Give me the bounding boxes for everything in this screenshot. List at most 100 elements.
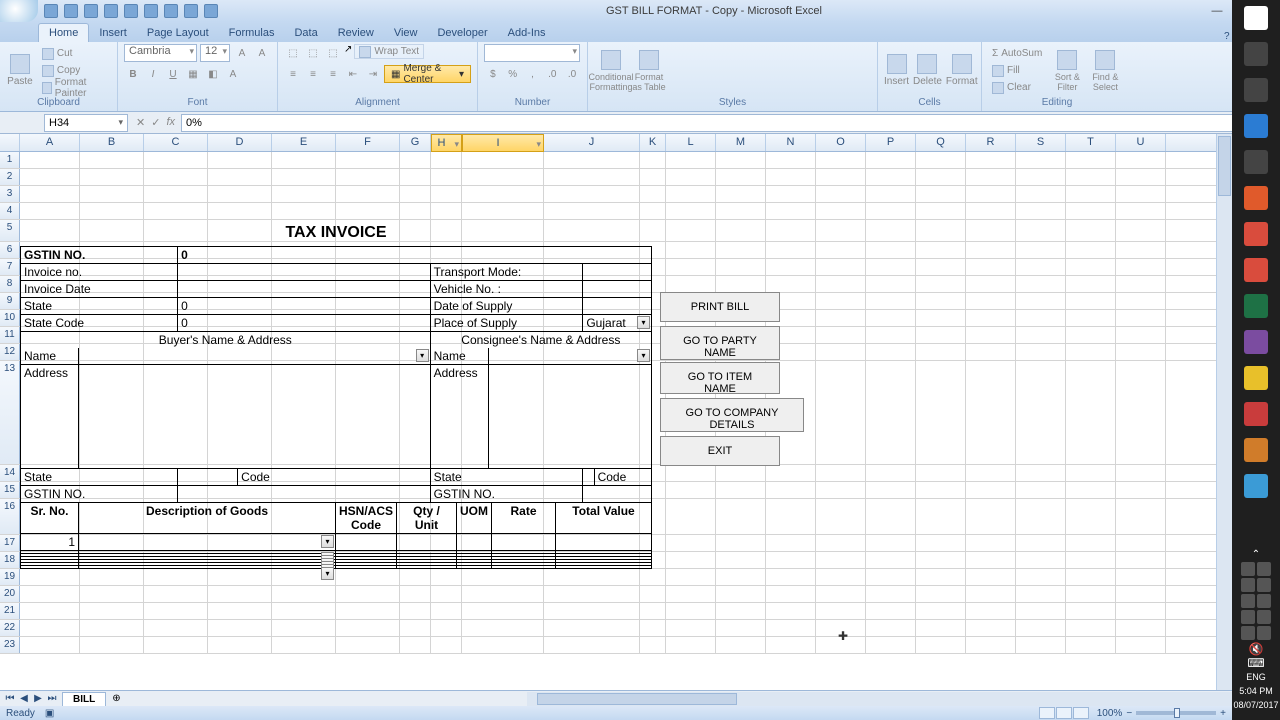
app-icon[interactable] <box>1244 438 1268 462</box>
macro-company-details[interactable]: GO TO COMPANY DETAILS <box>660 398 804 432</box>
tray-icon[interactable] <box>1257 610 1271 624</box>
row-header-9[interactable]: 9 <box>0 293 20 309</box>
cell[interactable] <box>208 186 272 202</box>
percent-button[interactable]: % <box>504 65 522 83</box>
cell[interactable] <box>1066 169 1116 185</box>
cell[interactable] <box>640 169 666 185</box>
cell[interactable] <box>1066 586 1116 602</box>
cell[interactable] <box>916 465 966 481</box>
taskbar-lang[interactable]: ENG <box>1232 670 1280 684</box>
cell[interactable] <box>1116 203 1166 219</box>
save-icon[interactable] <box>44 4 58 18</box>
cell[interactable] <box>916 499 966 534</box>
cut-button[interactable]: Cut <box>38 46 111 61</box>
cell[interactable] <box>431 586 462 602</box>
increase-decimal-button[interactable]: .0 <box>543 65 561 83</box>
cell[interactable] <box>866 259 916 275</box>
tray-icon[interactable] <box>1257 578 1271 592</box>
cell[interactable] <box>816 552 866 568</box>
column-header-H[interactable]: H <box>431 134 462 152</box>
app-icon[interactable] <box>1244 474 1268 498</box>
cell[interactable] <box>431 152 462 168</box>
cell[interactable] <box>1116 242 1166 258</box>
task-view-icon[interactable] <box>1244 42 1268 66</box>
cell[interactable] <box>208 169 272 185</box>
cell[interactable] <box>208 620 272 636</box>
cell[interactable] <box>766 242 816 258</box>
cell[interactable] <box>1066 220 1116 241</box>
volume-icon[interactable]: 🔇 <box>1232 642 1280 656</box>
cell[interactable] <box>816 327 866 343</box>
format-painter-button[interactable]: Format Painter <box>38 80 111 95</box>
cell[interactable] <box>916 569 966 585</box>
cell[interactable] <box>640 620 666 636</box>
cell[interactable] <box>666 465 716 481</box>
cell[interactable] <box>1116 465 1166 481</box>
cell[interactable] <box>666 259 716 275</box>
cell[interactable] <box>666 482 716 498</box>
border-button[interactable]: ▦ <box>184 65 202 83</box>
new-sheet-button[interactable]: ⊕ <box>106 693 126 704</box>
cell[interactable] <box>916 361 966 464</box>
cell[interactable] <box>1016 361 1066 464</box>
tab-developer[interactable]: Developer <box>427 24 497 42</box>
cell[interactable] <box>666 169 716 185</box>
column-header-L[interactable]: L <box>666 134 716 151</box>
cell[interactable] <box>1116 569 1166 585</box>
cell[interactable] <box>400 586 431 602</box>
cell[interactable] <box>20 620 80 636</box>
buyer-state-input[interactable] <box>178 469 238 486</box>
cell[interactable] <box>916 310 966 326</box>
cell[interactable] <box>816 276 866 292</box>
item-desc-1[interactable]: ▾ <box>79 534 336 551</box>
cell[interactable] <box>1016 552 1066 568</box>
column-header-T[interactable]: T <box>1066 134 1116 151</box>
cell[interactable] <box>544 569 640 585</box>
cell[interactable] <box>1116 259 1166 275</box>
vehicle-input[interactable] <box>583 281 652 298</box>
cell[interactable] <box>966 259 1016 275</box>
cell[interactable] <box>80 186 144 202</box>
excel-icon[interactable] <box>1244 294 1268 318</box>
row-header-13[interactable]: 13 <box>0 361 20 464</box>
cell[interactable] <box>462 620 544 636</box>
currency-button[interactable]: $ <box>484 65 502 83</box>
cell[interactable] <box>916 186 966 202</box>
cell[interactable] <box>666 569 716 585</box>
cell[interactable] <box>336 603 400 619</box>
cell[interactable] <box>966 569 1016 585</box>
cell[interactable] <box>866 637 916 653</box>
cell[interactable] <box>144 620 208 636</box>
cell[interactable] <box>272 152 336 168</box>
cell[interactable] <box>20 586 80 602</box>
cell[interactable] <box>866 482 916 498</box>
cell[interactable] <box>966 586 1016 602</box>
cell[interactable] <box>20 169 80 185</box>
cell[interactable] <box>916 535 966 551</box>
sort-filter-button[interactable]: Sort & Filter <box>1050 46 1084 96</box>
row-header-22[interactable]: 22 <box>0 620 20 636</box>
cell[interactable] <box>1116 169 1166 185</box>
column-header-Q[interactable]: Q <box>916 134 966 151</box>
cell[interactable] <box>336 569 400 585</box>
cell[interactable] <box>20 569 80 585</box>
cell[interactable] <box>766 552 816 568</box>
cell[interactable] <box>431 620 462 636</box>
cell[interactable] <box>1016 152 1066 168</box>
font-color-button[interactable]: A <box>224 65 242 83</box>
row-header-12[interactable]: 12 <box>0 344 20 360</box>
cell[interactable] <box>400 637 431 653</box>
zoom-in-button[interactable]: + <box>1220 708 1226 719</box>
cell[interactable] <box>1066 620 1116 636</box>
cell[interactable] <box>716 499 766 534</box>
cell[interactable] <box>966 637 1016 653</box>
row-header-4[interactable]: 4 <box>0 203 20 219</box>
cell[interactable] <box>716 569 766 585</box>
tray-icon[interactable] <box>1241 562 1255 576</box>
cell[interactable] <box>272 603 336 619</box>
cell[interactable] <box>866 242 916 258</box>
cell[interactable] <box>966 482 1016 498</box>
row-header-19[interactable]: 19 <box>0 569 20 585</box>
cell[interactable] <box>866 276 916 292</box>
cell[interactable] <box>766 186 816 202</box>
